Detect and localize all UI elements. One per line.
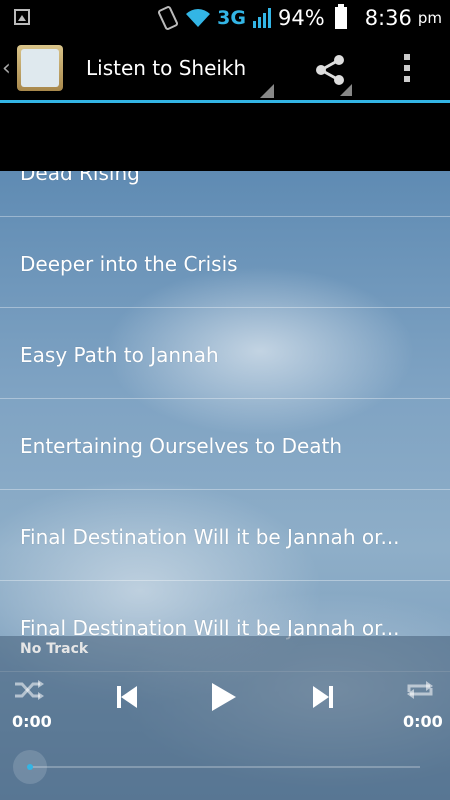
track-title: Entertaining Ourselves to Death xyxy=(20,434,343,458)
overflow-menu-icon[interactable] xyxy=(404,54,410,87)
signal-icon xyxy=(253,8,271,28)
share-icon[interactable] xyxy=(312,52,348,88)
track-item[interactable]: Easy Path to Jannah xyxy=(0,309,450,399)
duration-time: 0:00 xyxy=(403,712,443,731)
track-title: Final Destination Will it be Jannah or..… xyxy=(20,525,400,549)
track-item[interactable]: Deeper into the Crisis xyxy=(0,218,450,308)
seek-position-indicator xyxy=(27,764,33,770)
previous-track-icon[interactable] xyxy=(116,685,138,709)
app-title[interactable]: Listen to Sheikh H xyxy=(86,56,246,80)
back-chevron-icon[interactable]: ‹ xyxy=(2,56,11,81)
rotate-phone-icon xyxy=(158,6,179,30)
battery-icon xyxy=(334,4,347,29)
wifi-icon xyxy=(186,9,211,27)
next-track-icon[interactable] xyxy=(312,685,334,709)
play-icon[interactable] xyxy=(211,682,237,712)
clock-time: 8:36 xyxy=(364,6,412,30)
shuffle-icon[interactable] xyxy=(13,678,45,702)
track-item[interactable]: Entertaining Ourselves to Death xyxy=(0,400,450,490)
network-type: 3G xyxy=(217,7,246,29)
clock-ampm: pm xyxy=(417,9,442,27)
image-notification-icon xyxy=(14,9,30,25)
app-logo[interactable] xyxy=(17,45,63,91)
elapsed-time: 0:00 xyxy=(12,712,52,731)
track-item[interactable]: Dead Rising xyxy=(0,171,450,217)
seek-bar[interactable] xyxy=(30,766,420,768)
repeat-icon[interactable] xyxy=(404,678,436,702)
share-dropdown-indicator-icon xyxy=(340,84,352,96)
status-bar: 3G 94% 8:36 pm xyxy=(0,0,450,36)
battery-percent: 94% xyxy=(278,6,325,30)
track-title: Deeper into the Crisis xyxy=(20,252,238,276)
ad-banner-area xyxy=(0,103,450,171)
now-playing-label: No Track xyxy=(20,641,89,657)
track-title: Easy Path to Jannah xyxy=(20,343,219,367)
title-dropdown-indicator-icon xyxy=(260,84,274,98)
track-title: Dead Rising xyxy=(20,171,140,185)
player-panel: No Track 0:00 0:00 xyxy=(0,636,450,800)
track-item[interactable]: Final Destination Will it be Jannah or..… xyxy=(0,491,450,581)
